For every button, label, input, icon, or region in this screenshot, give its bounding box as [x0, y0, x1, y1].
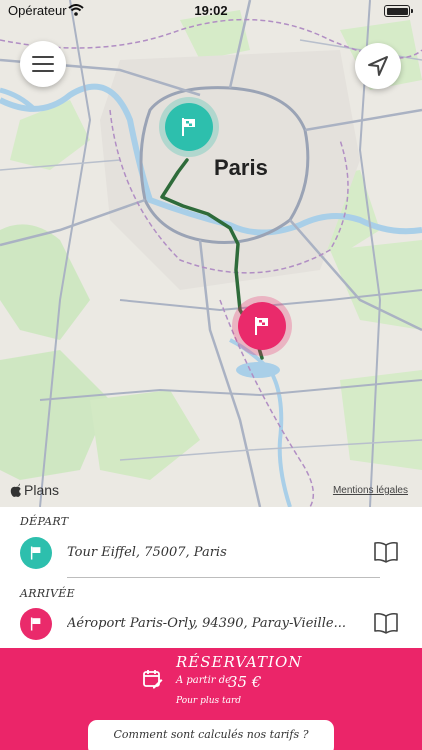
- calendar-edit-icon: [143, 670, 163, 689]
- flag-icon: [255, 317, 268, 335]
- price-value: 35 €: [228, 673, 262, 691]
- map-view[interactable]: Paris Plans Mentions légales: [0, 0, 422, 507]
- price-prefix: A partir de: [176, 675, 232, 686]
- navigation-arrow-icon: [368, 56, 388, 76]
- reservation-title: RÉSERVATION: [176, 653, 303, 671]
- tarif-info-button[interactable]: Comment sont calculés nos tarifs ?: [88, 720, 334, 750]
- arrival-icon: [20, 608, 52, 640]
- apple-logo-icon: [10, 483, 21, 497]
- address-divider: [67, 577, 380, 578]
- route-panel: DÉPART Tour Eiffel, 75007, Paris ARRIVÉE…: [0, 507, 422, 648]
- book-icon[interactable]: [373, 541, 399, 563]
- legal-link[interactable]: Mentions légales: [333, 485, 408, 496]
- map-attribution-text: Plans: [24, 482, 60, 498]
- flag-icon: [30, 546, 41, 560]
- map-city-label: Paris: [214, 155, 268, 180]
- menu-button[interactable]: [20, 41, 66, 87]
- departure-address[interactable]: Tour Eiffel, 75007, Paris: [67, 545, 352, 560]
- reservation-subtitle: Pour plus tard: [176, 696, 242, 706]
- arrival-label: ARRIVÉE: [20, 587, 75, 600]
- departure-label: DÉPART: [20, 515, 69, 528]
- reservation-button[interactable]: RÉSERVATION A partir de 35 € Pour plus t…: [0, 648, 422, 750]
- arrival-address[interactable]: Aéroport Paris-Orly, 94390, Paray-Vieill…: [67, 616, 352, 631]
- departure-pin[interactable]: [165, 103, 213, 151]
- hamburger-icon: [32, 56, 54, 72]
- battery-icon: [384, 5, 413, 17]
- flag-icon: [182, 118, 195, 136]
- flag-icon: [30, 617, 41, 631]
- book-icon[interactable]: [373, 612, 399, 634]
- map-attribution: Plans: [10, 482, 59, 498]
- arrival-pin[interactable]: [238, 302, 286, 350]
- departure-icon: [20, 537, 52, 569]
- status-time: 19:02: [194, 3, 228, 18]
- locate-me-button[interactable]: [355, 43, 401, 89]
- status-bar: Opérateur 19:02: [0, 0, 422, 22]
